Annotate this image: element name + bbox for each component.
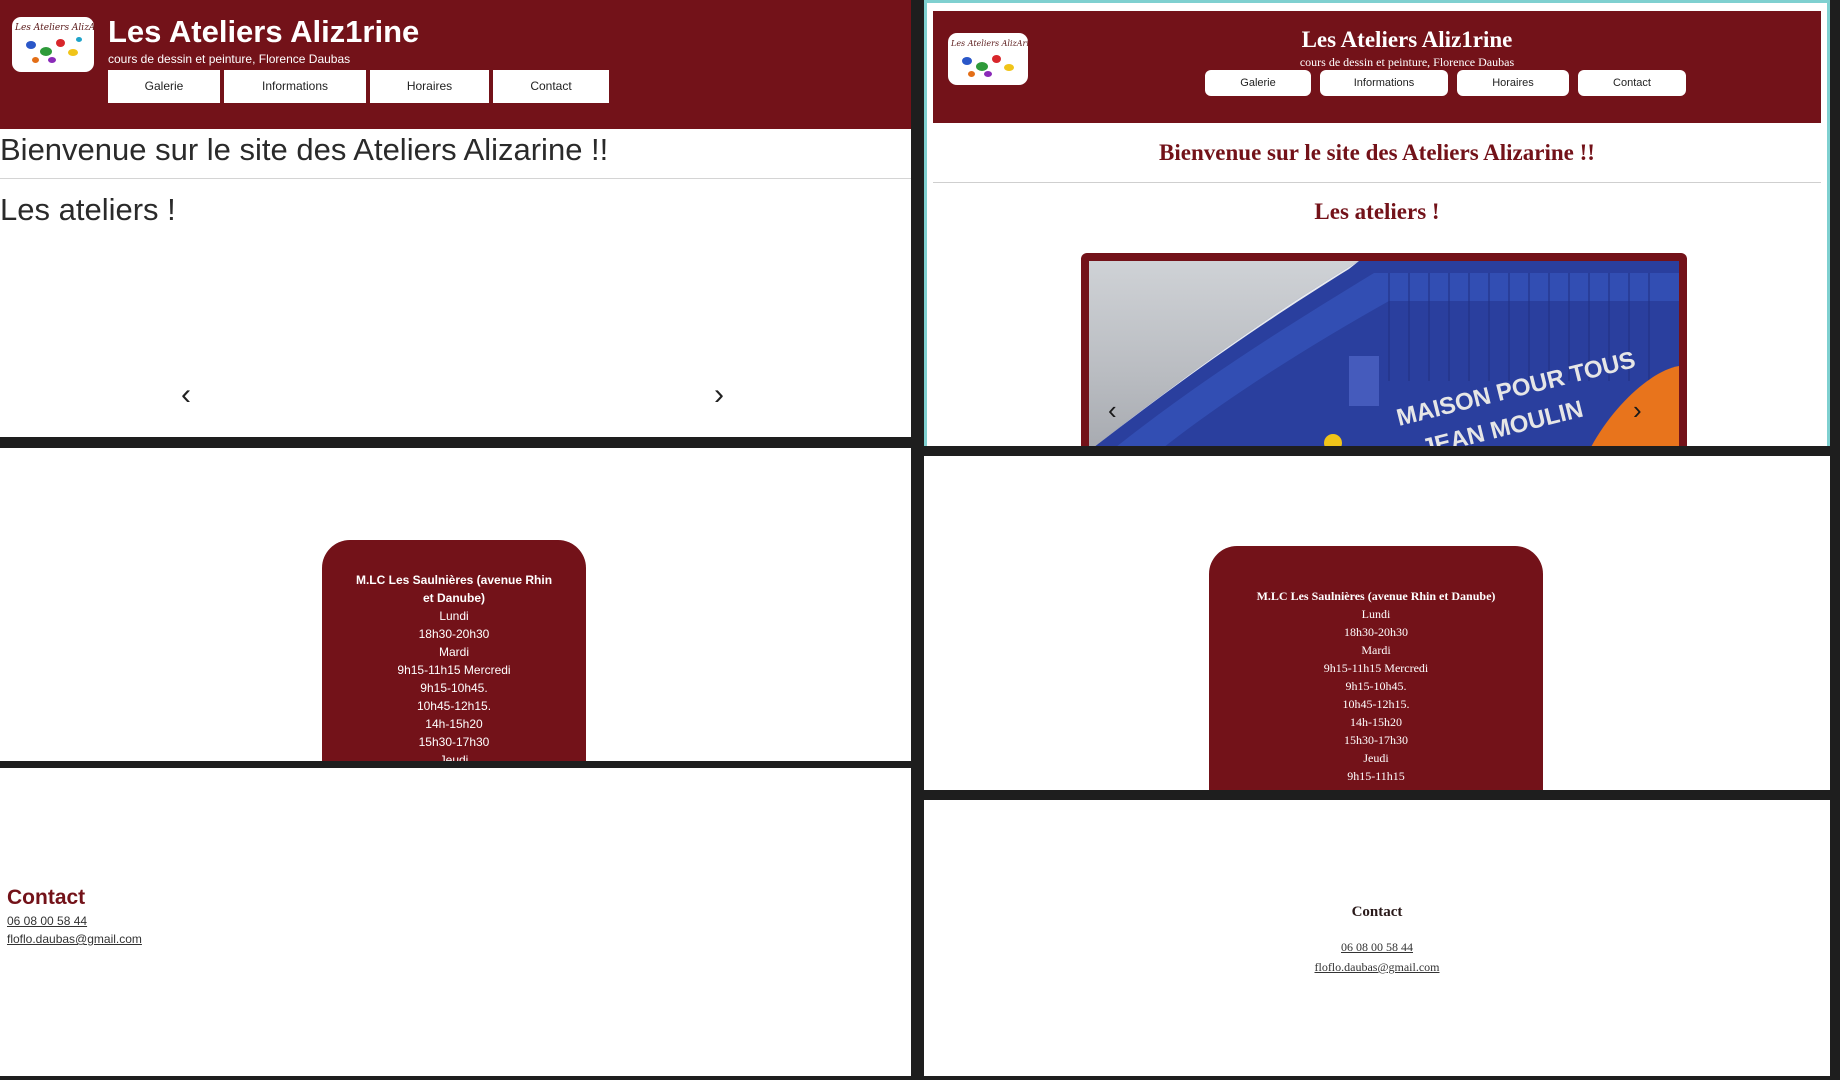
schedule-line: 15h30-17h30: [418, 735, 490, 749]
schedule-location: M.LC Les Saulnières (avenue Rhin et Danu…: [1256, 589, 1496, 603]
carousel: MAISON POUR TOUS JEAN MOULIN: [1081, 253, 1687, 446]
left-contact-panel: Contact 06 08 00 58 44 floflo.daubas@gma…: [0, 768, 911, 1076]
contact-phone-link[interactable]: 06 08 00 58 44: [924, 940, 1830, 955]
right-home-panel: Les Ateliers AlizArine Les Ateliers Aliz…: [924, 0, 1830, 446]
site-subtitle: cours de dessin et peinture, Florence Da…: [108, 52, 351, 66]
schedule-line: 9h15-11h15: [1347, 769, 1405, 783]
nav-informations[interactable]: Informations: [224, 70, 366, 103]
schedule-card: M.LC Les Saulnières (avenue Rhin et Danu…: [322, 540, 586, 761]
contact-phone-link[interactable]: 06 08 00 58 44: [7, 914, 87, 928]
schedule-line: 9h15-10h45.: [420, 681, 488, 695]
carousel-prev-button[interactable]: ‹: [181, 378, 191, 412]
nav-horaires[interactable]: Horaires: [1457, 70, 1569, 96]
schedule-line: Mardi: [1361, 643, 1391, 657]
schedule-line: Lundi: [1361, 607, 1391, 621]
main-nav: Galerie Informations Horaires Contact: [1205, 70, 1686, 96]
schedule-line: 10h45-12h15.: [416, 699, 492, 713]
schedule-line: 18h30-20h30: [1344, 625, 1408, 639]
divider: [933, 182, 1821, 183]
schedule-line: Jeudi: [1363, 751, 1389, 765]
schedule-line: 9h15-10h45.: [1345, 679, 1407, 693]
right-contact-panel: Contact 06 08 00 58 44 floflo.daubas@gma…: [924, 800, 1830, 1076]
site-title: Les Ateliers Aliz1rine: [1301, 27, 1513, 52]
divider: [0, 178, 911, 179]
schedule-line: Mardi: [438, 645, 469, 659]
ateliers-heading: Les ateliers !: [0, 192, 176, 227]
schedule-line: Lundi: [439, 609, 469, 623]
schedule-line: 18h30-20h30: [418, 627, 490, 641]
contact-title: Contact: [7, 886, 86, 909]
carousel-prev-button[interactable]: ‹: [1108, 395, 1117, 426]
welcome-heading: Bienvenue sur le site des Ateliers Aliza…: [1159, 140, 1595, 165]
nav-informations[interactable]: Informations: [1320, 70, 1448, 96]
contact-title: Contact: [1351, 904, 1403, 920]
carousel-next-button[interactable]: ›: [1633, 395, 1642, 426]
schedule-line: 9h15-11h15 Mercredi: [1323, 661, 1429, 675]
logo-text: Les Ateliers AlizArine: [15, 23, 94, 33]
schedule-line: 14h-15h20: [1350, 715, 1402, 729]
schedule-line: 9h15-11h15 Mercredi: [397, 663, 511, 677]
left-home-panel: Les Ateliers AlizArine Les Ateliers Aliz…: [0, 0, 911, 437]
nav-horaires[interactable]: Horaires: [370, 70, 489, 103]
nav-contact[interactable]: Contact: [493, 70, 609, 103]
schedule-line: 15h30-17h30: [1344, 733, 1408, 747]
site-header: Les Ateliers AlizArine Les Ateliers Aliz…: [933, 11, 1821, 123]
site-subtitle: cours de dessin et peinture, Florence Da…: [1299, 55, 1515, 69]
contact-email-link[interactable]: floflo.daubas@gmail.com: [7, 932, 142, 946]
schedule-card: M.LC Les Saulnières (avenue Rhin et Danu…: [1209, 546, 1543, 790]
schedule-line: Jeudi: [439, 753, 469, 761]
building-photo: MAISON POUR TOUS JEAN MOULIN: [1095, 261, 1679, 446]
nav-contact[interactable]: Contact: [1578, 70, 1686, 96]
ateliers-heading: Les ateliers !: [1314, 199, 1440, 224]
welcome-heading: Bienvenue sur le site des Ateliers Aliza…: [0, 132, 609, 167]
schedule-location: M.LC Les Saulnières (avenue Rhin et Danu…: [355, 573, 553, 605]
right-schedule-panel: M.LC Les Saulnières (avenue Rhin et Danu…: [924, 456, 1830, 790]
main-nav: Galerie Informations Horaires Contact: [108, 70, 609, 103]
site-title: Les Ateliers Aliz1rine: [108, 14, 420, 49]
site-logo[interactable]: Les Ateliers AlizArine: [12, 17, 94, 72]
left-schedule-panel: M.LC Les Saulnières (avenue Rhin et Danu…: [0, 448, 911, 761]
schedule-line: 14h-15h20: [425, 717, 483, 731]
nav-galerie[interactable]: Galerie: [1205, 70, 1311, 96]
carousel-image: MAISON POUR TOUS JEAN MOULIN: [1089, 261, 1679, 446]
nav-galerie[interactable]: Galerie: [108, 70, 220, 103]
site-header: Les Ateliers AlizArine Les Ateliers Aliz…: [0, 0, 911, 129]
contact-email-link[interactable]: floflo.daubas@gmail.com: [924, 960, 1830, 975]
carousel-next-button[interactable]: ›: [714, 378, 724, 412]
schedule-line: 10h45-12h15.: [1342, 697, 1410, 711]
